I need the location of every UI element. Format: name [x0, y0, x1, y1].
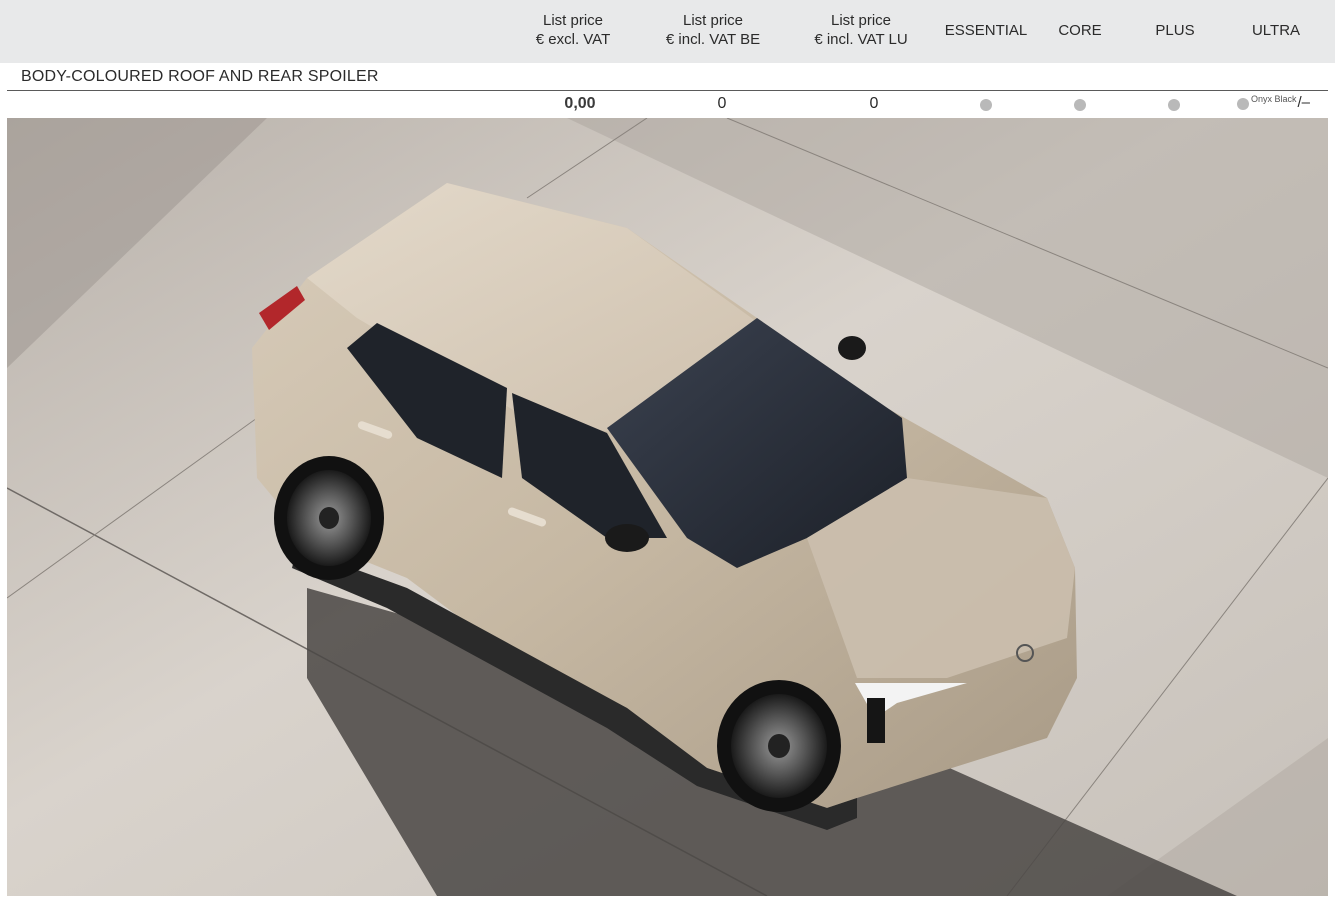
column-header-label: ULTRA — [1251, 21, 1301, 39]
essential-standard-dot — [980, 99, 992, 111]
car-illustration — [7, 118, 1328, 896]
column-header-line2: € incl. VAT BE — [665, 31, 761, 48]
side-mirror — [605, 524, 649, 552]
column-header-line1: List price — [682, 12, 744, 29]
column-header-line2: € excl. VAT — [535, 31, 611, 48]
front-wheel — [717, 680, 841, 812]
plus-standard-dot — [1168, 99, 1180, 111]
column-header-line2: € incl. VAT LU — [814, 31, 908, 48]
column-header-label: ESSENTIAL — [944, 21, 1028, 39]
price-excl-vat-cell: 0,00 — [564, 95, 596, 112]
price-incl-vat-lu-cell: 0 — [869, 95, 879, 112]
column-header-ultra: ULTRA — [1240, 8, 1312, 52]
core-standard-dot — [1074, 99, 1086, 111]
section-heading: BODY-COLOURED ROOF AND REAR SPOILER — [7, 63, 1328, 91]
table-row: 0,00 0 0 Onyx Black /– — [7, 91, 1328, 118]
rear-wheel — [274, 456, 384, 580]
ultra-colour-note: Onyx Black — [1251, 94, 1297, 104]
ultra-suffix: /– — [1297, 94, 1311, 111]
section-title: BODY-COLOURED ROOF AND REAR SPOILER — [21, 68, 379, 85]
column-header-list-price-incl-vat-be: List price € incl. VAT BE — [660, 8, 766, 52]
column-header-line1: List price — [830, 12, 892, 29]
table-header: List price € excl. VAT List price € incl… — [0, 0, 1335, 63]
column-header-line1: List price — [542, 12, 604, 29]
ultra-standard-dot — [1237, 98, 1249, 110]
price-incl-vat-be-cell: 0 — [717, 95, 727, 112]
column-header-label: CORE — [1058, 21, 1102, 39]
ultra-cell: Onyx Black /– — [1237, 94, 1310, 112]
column-header-plus: PLUS — [1144, 8, 1206, 52]
column-header-core: CORE — [1048, 8, 1112, 52]
column-header-label: PLUS — [1155, 21, 1195, 39]
column-header-list-price-excl-vat: List price € excl. VAT — [530, 8, 616, 52]
column-header-essential: ESSENTIAL — [938, 8, 1034, 52]
column-header-list-price-incl-vat-lu: List price € incl. VAT LU — [808, 8, 914, 52]
car-photo — [7, 118, 1328, 896]
